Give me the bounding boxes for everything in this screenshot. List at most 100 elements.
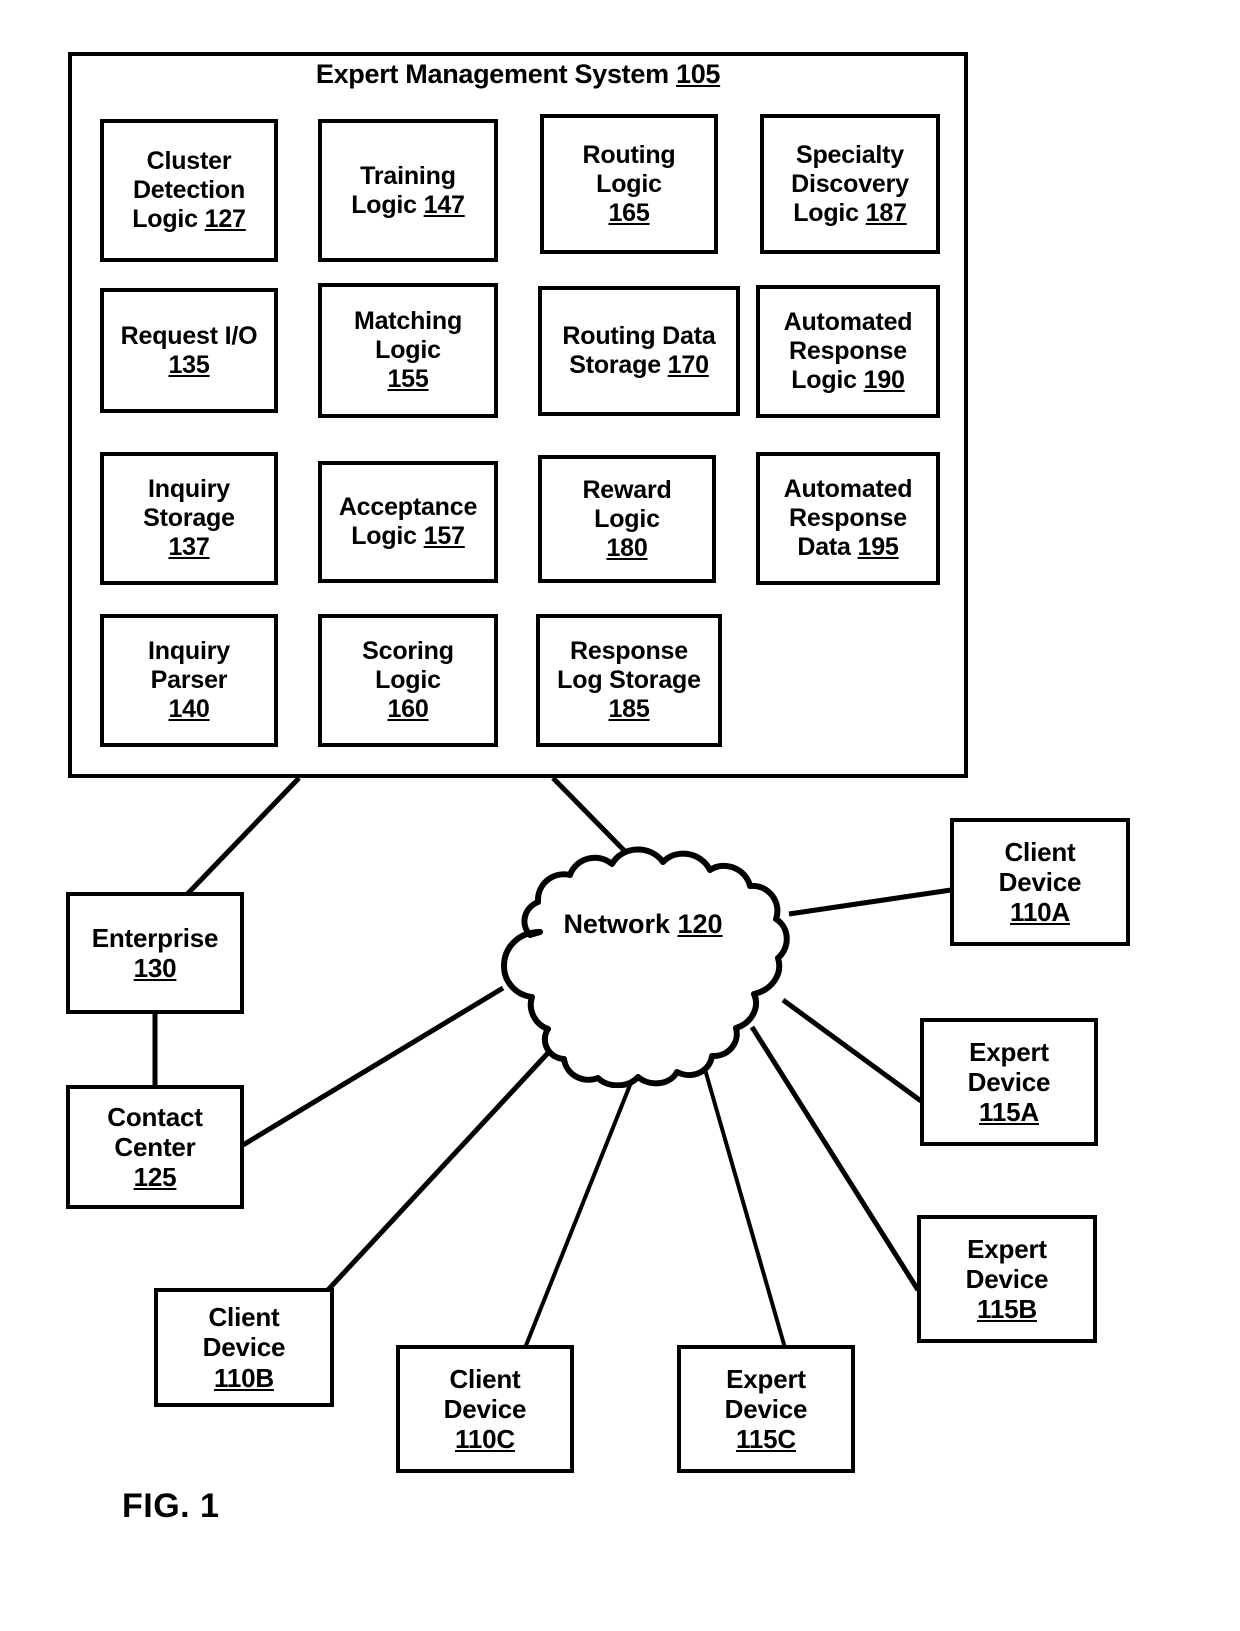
wire-network-to-expert-115c xyxy=(698,1051,787,1349)
endpoint-number: 115A xyxy=(979,1097,1039,1128)
module-automated-response-data[interactable]: Automated Response Data 195 xyxy=(756,452,940,585)
module-line-3: Logic 190 xyxy=(791,366,905,394)
module-line-1: Cluster xyxy=(146,147,232,175)
endpoint-line-2: Device xyxy=(202,1332,286,1363)
wire-network-to-contact-center xyxy=(241,985,505,1148)
endpoint-line-2: Device xyxy=(998,866,1082,897)
module-number: 190 xyxy=(863,366,905,394)
wire-network-to-client-110c xyxy=(523,1059,642,1349)
endpoint-line-2: Device xyxy=(443,1393,527,1424)
module-number: 160 xyxy=(387,695,429,723)
cloud-shape-icon xyxy=(501,846,790,1088)
module-line-3: Data 195 xyxy=(797,533,899,561)
node-client-device-110c[interactable]: Client Device 110C xyxy=(396,1345,574,1473)
endpoint-line-2: Device xyxy=(724,1393,808,1424)
module-number: 137 xyxy=(168,533,210,561)
module-line-2: Response xyxy=(789,337,907,365)
module-line-1: Routing Data xyxy=(562,322,716,350)
module-line-1: Reward xyxy=(582,475,672,504)
module-inquiry-storage[interactable]: Inquiry Storage 137 xyxy=(100,452,278,585)
module-line-2: Discovery xyxy=(791,169,909,198)
endpoint-line-2: Device xyxy=(967,1066,1051,1097)
endpoint-number: 110C xyxy=(455,1424,515,1455)
node-client-device-110a[interactable]: Client Device 110A xyxy=(950,818,1130,946)
module-line-2: Storage xyxy=(143,504,235,532)
node-expert-device-115c[interactable]: Expert Device 115C xyxy=(677,1345,855,1473)
endpoint-number: 110A xyxy=(1010,897,1070,928)
module-number: 140 xyxy=(168,695,210,723)
endpoint-line-1: Contact xyxy=(107,1101,203,1132)
module-number: 147 xyxy=(423,190,465,219)
module-number: 155 xyxy=(387,365,429,393)
system-title-number: 105 xyxy=(675,59,721,89)
endpoint-line-2: Device xyxy=(965,1263,1049,1294)
node-enterprise[interactable]: Enterprise 130 xyxy=(66,892,244,1014)
figure-caption: FIG. 1 xyxy=(122,1487,220,1525)
endpoint-line-1: Expert xyxy=(967,1233,1047,1264)
module-line-1: Acceptance xyxy=(338,493,478,521)
module-line-1: Automated xyxy=(783,308,913,336)
module-line-1: Scoring xyxy=(362,637,454,665)
module-routing-logic[interactable]: Routing Logic 165 xyxy=(540,114,718,254)
module-reward-logic[interactable]: Reward Logic 180 xyxy=(538,455,716,583)
module-number: 195 xyxy=(857,533,899,561)
module-line-2: Logic 157 xyxy=(351,522,465,550)
module-scoring-logic[interactable]: Scoring Logic 160 xyxy=(318,614,498,747)
endpoint-number: 125 xyxy=(133,1162,177,1193)
endpoint-number: 115C xyxy=(736,1424,796,1455)
wire-network-to-client-110a xyxy=(788,887,952,917)
module-acceptance-logic[interactable]: Acceptance Logic 157 xyxy=(318,461,498,583)
module-line-1: Inquiry xyxy=(148,637,230,665)
module-number: 127 xyxy=(204,205,246,233)
node-expert-device-115b[interactable]: Expert Device 115B xyxy=(917,1215,1097,1343)
network-label-number: 120 xyxy=(677,909,723,939)
module-response-log-storage[interactable]: Response Log Storage 185 xyxy=(536,614,722,747)
node-client-device-110b[interactable]: Client Device 110B xyxy=(154,1288,334,1407)
endpoint-number: 115B xyxy=(977,1294,1037,1325)
module-line-2: Parser xyxy=(150,666,228,694)
module-line-1: Specialty xyxy=(796,140,904,169)
module-number: 187 xyxy=(865,198,907,227)
endpoint-line-1: Expert xyxy=(726,1363,806,1394)
system-title: Expert Management System 105 xyxy=(68,59,968,90)
module-line-2: Logic 147 xyxy=(351,190,465,219)
module-line-2: Storage 170 xyxy=(569,351,709,379)
module-line-2: Log Storage xyxy=(557,666,701,694)
module-line-2: Logic xyxy=(375,666,441,694)
module-line-2: Detection xyxy=(132,176,246,204)
system-title-text: Expert Management System xyxy=(315,59,676,89)
module-number: 180 xyxy=(606,533,648,562)
module-cluster-detection-logic[interactable]: Cluster Detection Logic 127 xyxy=(100,119,278,262)
endpoint-line-1: Expert xyxy=(969,1036,1049,1067)
module-routing-data-storage[interactable]: Routing Data Storage 170 xyxy=(538,286,740,416)
endpoint-line-1: Client xyxy=(1004,836,1076,867)
module-line-2: Logic xyxy=(596,169,662,198)
module-number: 157 xyxy=(423,522,465,550)
module-line-3: Logic 187 xyxy=(793,198,907,227)
module-number: 170 xyxy=(667,351,709,379)
module-line-1: Training xyxy=(360,161,456,190)
endpoint-line-2: Center xyxy=(114,1131,196,1162)
module-line-2: Response xyxy=(789,504,907,532)
module-line-1: Routing xyxy=(582,140,676,169)
patent-figure: Expert Management System 105 Cluster Det… xyxy=(0,0,1240,1631)
node-contact-center[interactable]: Contact Center 125 xyxy=(66,1085,244,1209)
module-training-logic[interactable]: Training Logic 147 xyxy=(318,119,498,262)
module-request-io[interactable]: Request I/O 135 xyxy=(100,288,278,413)
module-number: 185 xyxy=(608,695,650,723)
module-line-1: Automated xyxy=(783,475,913,503)
wire-system-to-enterprise xyxy=(170,776,301,912)
module-number: 135 xyxy=(168,350,210,379)
module-matching-logic[interactable]: Matching Logic 155 xyxy=(318,283,498,418)
module-line-1: Matching xyxy=(353,307,463,335)
module-number: 165 xyxy=(608,198,650,227)
module-line-3: Logic 127 xyxy=(132,205,246,233)
node-expert-device-115a[interactable]: Expert Device 115A xyxy=(920,1018,1098,1146)
endpoint-line-1: Enterprise xyxy=(91,922,219,953)
network-cloud[interactable] xyxy=(478,836,808,1088)
module-specialty-discovery-logic[interactable]: Specialty Discovery Logic 187 xyxy=(760,114,940,254)
module-line-1: Inquiry xyxy=(148,475,230,503)
module-inquiry-parser[interactable]: Inquiry Parser 140 xyxy=(100,614,278,747)
module-automated-response-logic[interactable]: Automated Response Logic 190 xyxy=(756,285,940,418)
endpoint-line-1: Client xyxy=(449,1363,521,1394)
